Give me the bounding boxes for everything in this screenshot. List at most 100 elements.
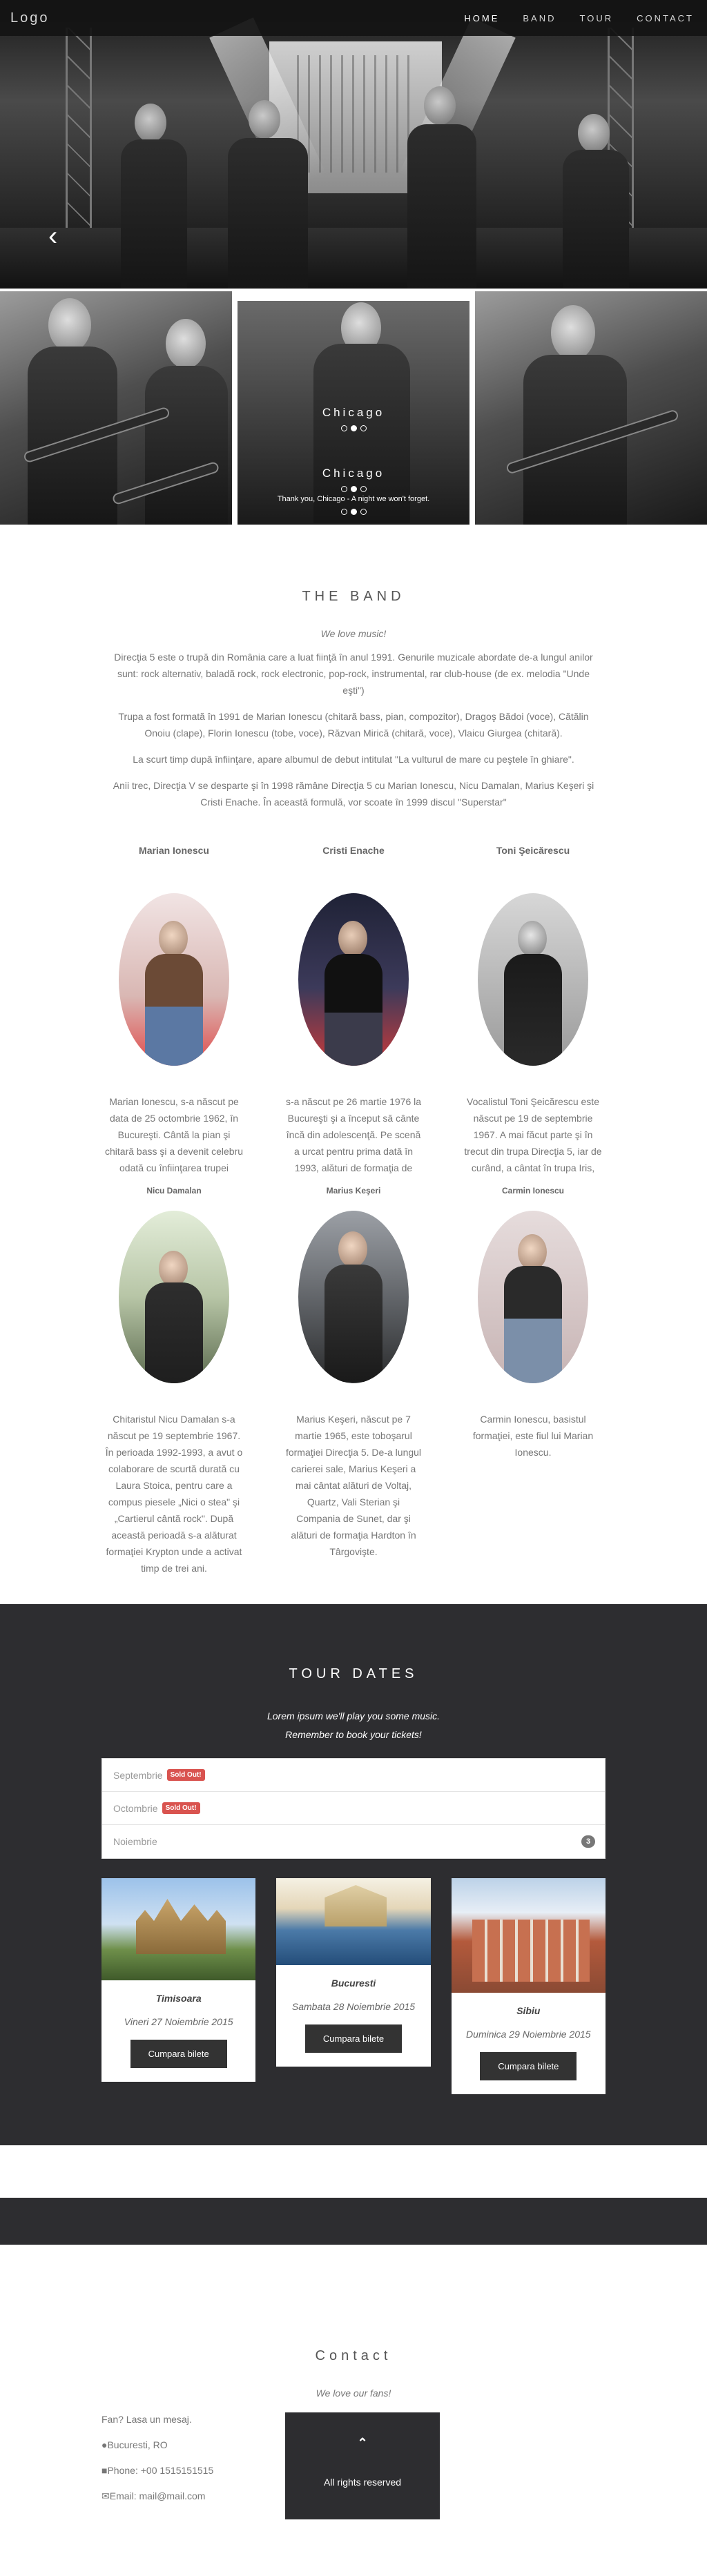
figure-head <box>166 319 206 369</box>
member-name: Carmin Ionescu <box>501 1186 565 1196</box>
buy-tickets-button[interactable]: Cumpara bilete <box>480 2052 577 2080</box>
indicator-dot[interactable] <box>360 425 367 431</box>
member-photo <box>478 1211 588 1383</box>
member-bio: Vocalistul Toni Şeicărescu este născut p… <box>464 1096 602 1173</box>
indicator-dot-active[interactable] <box>350 509 357 515</box>
month-row-november[interactable]: Noiembrie 3 <box>102 1825 605 1858</box>
contact-title: Contact <box>315 2348 392 2363</box>
nav-link-home[interactable]: HOME <box>464 13 499 23</box>
contact-phone: ■Phone: +00 1515151515 <box>101 2463 213 2477</box>
member-name: Nicu Damalan <box>146 1186 202 1196</box>
caption-title: Chicago <box>322 467 385 480</box>
indicator-dot[interactable] <box>360 509 367 515</box>
nav-links: HOME BAND TOUR CONTACT <box>464 13 697 23</box>
band-paragraph: Direcţia 5 este o trupă din România care… <box>114 652 593 696</box>
member-name: Toni Şeicărescu <box>496 845 570 856</box>
buy-tickets-button[interactable]: Cumpara bilete <box>304 2024 403 2053</box>
tour-subtitle-line: Remember to book your tickets! <box>285 1729 422 1740</box>
footer: ⌃ All rights reserved <box>285 2412 440 2519</box>
city-card: Bucuresti Sambata 28 Noiembrie 2015 Cump… <box>276 1878 431 2067</box>
contact-section: Contact We love our fans! Fan? Lasa un m… <box>0 2245 707 2547</box>
member-photo <box>478 893 588 1066</box>
navbar: Logo HOME BAND TOUR CONTACT <box>0 0 707 36</box>
nav-link-band[interactable]: BAND <box>523 13 556 23</box>
city-name: Timisoara <box>155 1993 202 2004</box>
chevron-up-icon[interactable]: ⌃ <box>285 2436 440 2450</box>
city-photo <box>451 1878 606 1993</box>
month-row-september[interactable]: Septembrie Sold Out! <box>102 1759 605 1792</box>
member-bio: Marius Keşeri, născut pe 7 martie 1965, … <box>285 1414 422 1557</box>
tour-months-list: Septembrie Sold Out! Octombrie Sold Out!… <box>101 1758 606 1859</box>
indicator-dot-active[interactable] <box>350 425 357 431</box>
carousel-slide[interactable] <box>0 291 232 525</box>
indicator-dot[interactable] <box>340 509 347 515</box>
logo[interactable]: Logo <box>10 10 50 26</box>
contact-info: Fan? Lasa un mesaj. ●Bucuresti, RO ■Phon… <box>101 2412 213 2519</box>
caption-title: Chicago <box>322 406 385 419</box>
member-bio: Carmin Ionescu, basistul formaţiei, este… <box>472 1414 594 1458</box>
carousel-indicators <box>238 509 469 515</box>
city-card: Sibiu Duminica 29 Noiembrie 2015 Cumpara… <box>451 1878 606 2094</box>
member-name: Marius Keşeri <box>326 1186 381 1196</box>
contact-prompt: Fan? Lasa un mesaj. <box>101 2414 192 2425</box>
member-name: Marian Ionescu <box>139 845 209 856</box>
caption-text: Thank you, Chicago - A night we won't fo… <box>277 495 430 503</box>
buy-tickets-button[interactable]: Cumpara bilete <box>130 2040 227 2068</box>
contact-location: ●Bucuresti, RO <box>101 2438 213 2452</box>
members-row: Nicu Damalan Chitaristul Nicu Damalan s-… <box>91 1186 616 1577</box>
carousel-caption: Chicago <box>238 406 469 431</box>
indicator-dot[interactable] <box>340 425 347 431</box>
member-name: Cristi Enache <box>322 845 385 856</box>
carousel-slide-active[interactable]: Chicago Chicago Thank you, Chicago - A n… <box>238 291 469 525</box>
location-text: Bucuresti, RO <box>107 2439 168 2450</box>
member-card: Toni Şeicărescu Vocalistul Toni Şeicăres… <box>450 845 616 1176</box>
photo-carousel: Chicago Chicago Thank you, Chicago - A n… <box>0 291 707 525</box>
carousel-slide[interactable] <box>475 291 707 525</box>
city-photo <box>101 1878 256 1980</box>
email-text: Email: mail@mail.com <box>109 2490 206 2501</box>
sold-out-label: Sold Out! <box>166 1769 205 1781</box>
month-label: Septembrie <box>113 1769 163 1781</box>
member-bio: Chitaristul Nicu Damalan s-a născut pe 1… <box>105 1414 243 1574</box>
tour-subtitle: Lorem ipsum we'll play you some music. R… <box>0 1707 707 1744</box>
contact-grid: Fan? Lasa un mesaj. ●Bucuresti, RO ■Phon… <box>101 2412 606 2519</box>
phone-text: Phone: +00 1515151515 <box>107 2465 214 2476</box>
indicator-dot-active[interactable] <box>350 486 357 492</box>
month-row-october[interactable]: Octombrie Sold Out! <box>102 1792 605 1825</box>
member-card: Nicu Damalan Chitaristul Nicu Damalan s-… <box>91 1186 257 1577</box>
nav-link-tour[interactable]: TOUR <box>580 13 614 23</box>
indicator-dot[interactable] <box>360 486 367 492</box>
city-date: Sambata 28 Noiembrie 2015 <box>291 2001 416 2012</box>
city-card: Timisoara Vineri 27 Noiembrie 2015 Cumpa… <box>101 1878 256 2082</box>
tour-subtitle-line: Lorem ipsum we'll play you some music. <box>267 1710 440 1721</box>
band-paragraph: Anii trec, Direcţia V se desparte şi în … <box>113 780 594 808</box>
count-badge: 3 <box>581 1835 595 1848</box>
band-paragraph: La scurt timp după înfiinţare, apare alb… <box>133 754 574 765</box>
tour-section: TOUR DATES Lorem ipsum we'll play you so… <box>0 1604 707 2145</box>
copyright-text: All rights reserved <box>323 2477 402 2488</box>
members-row: Marian Ionescu Marian Ionescu, s-a născu… <box>91 845 616 1176</box>
dark-strip <box>0 2198 707 2245</box>
hero-image: ‹ <box>0 0 707 289</box>
member-photo <box>119 893 229 1066</box>
figure-head <box>551 305 595 360</box>
city-name: Sibiu <box>516 2005 541 2016</box>
band-section: THE BAND We love music! Direcţia 5 este … <box>0 525 707 1604</box>
city-date: Vineri 27 Noiembrie 2015 <box>124 2016 233 2027</box>
member-photo <box>298 893 409 1066</box>
tour-title: TOUR DATES <box>289 1666 418 1681</box>
band-paragraph: Trupa a fost formată în 1991 de Marian I… <box>118 711 589 739</box>
figure-head <box>48 298 91 352</box>
indicator-dot[interactable] <box>340 486 347 492</box>
city-photo <box>276 1878 431 1965</box>
chevron-left-icon[interactable]: ‹ <box>48 221 57 252</box>
tour-cities: Timisoara Vineri 27 Noiembrie 2015 Cumpa… <box>101 1878 606 2094</box>
carousel-indicators <box>238 486 469 492</box>
envelope-icon: ✉ <box>101 2490 110 2501</box>
city-date: Duminica 29 Noiembrie 2015 <box>466 2029 591 2040</box>
nav-link-contact[interactable]: CONTACT <box>637 13 694 23</box>
member-bio: Marian Ionescu, s-a născut pe data de 25… <box>105 1096 243 1173</box>
carousel-caption: Chicago Thank you, Chicago - A night we … <box>238 467 469 515</box>
band-subtitle: We love music! <box>320 628 387 639</box>
contact-subtitle: We love our fans! <box>316 2388 391 2399</box>
